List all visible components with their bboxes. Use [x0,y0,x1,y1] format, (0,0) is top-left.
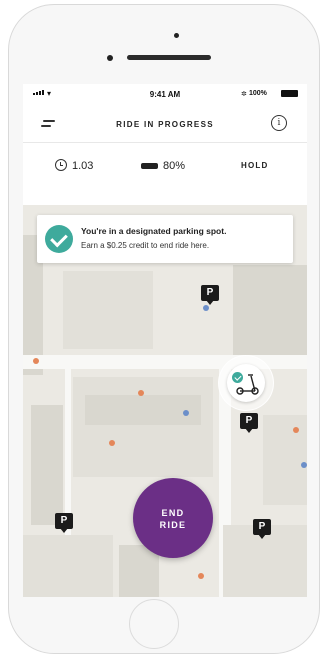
map-poi[interactable] [198,573,204,579]
elapsed-time: 1.03 [72,160,94,172]
map-poi[interactable] [203,305,209,311]
map-block [63,271,153,349]
map-block [31,405,63,525]
front-camera [107,55,113,61]
map-poi[interactable] [109,440,115,446]
battery-icon [141,163,158,169]
parking-toast: You're in a designated parking spot. Ear… [37,215,293,263]
scooter-icon [236,374,259,395]
parking-pin-label: P [240,413,258,429]
map-poi[interactable] [301,462,307,468]
map-poi[interactable] [293,427,299,433]
parking-pin-tail [245,428,253,433]
check-icon [232,372,243,383]
map-block [233,265,307,357]
clock-icon [55,159,67,171]
scooter-marker-inner [227,364,265,402]
parking-pin-icon[interactable]: P [55,513,73,533]
parking-pin-label: P [253,519,271,535]
parking-pin-label: P [55,513,73,529]
toast-subtitle: Earn a $0.25 credit to end ride here. [81,241,210,250]
parking-pin-tail [206,300,214,305]
front-sensor [174,33,179,38]
earpiece-speaker [127,55,211,60]
map-block [23,535,113,597]
parking-pin-tail [258,534,266,539]
bluetooth-icon: ✲ [241,91,247,98]
check-icon [45,225,73,253]
page-title: RIDE IN PROGRESS [116,120,214,129]
toast-title: You're in a designated parking spot. [81,226,227,236]
hold-button[interactable]: HOLD [241,161,268,170]
parking-pin-label: P [201,285,219,301]
end-ride-label-line2: RIDE [159,520,187,530]
end-ride-button[interactable]: END RIDE [133,478,213,558]
divider [23,142,307,143]
status-battery-icon [281,90,298,97]
map-poi[interactable] [183,410,189,416]
app-screen: ▾ 9:41 AM ✲ 100% RIDE IN PROGRESS i 1.03… [23,84,307,597]
phone-frame: ▾ 9:41 AM ✲ 100% RIDE IN PROGRESS i 1.03… [8,4,320,654]
map-block [263,415,307,505]
status-battery-percent: 100% [249,90,267,97]
scooter-battery: 80% [163,160,186,172]
status-bar: ▾ 9:41 AM ✲ 100% [23,84,307,104]
nav-bar: RIDE IN PROGRESS i [23,108,307,142]
ride-stats-bar: 1.03 80% HOLD [23,144,307,184]
parking-pin-icon[interactable]: P [240,413,258,433]
info-icon[interactable]: i [271,115,287,131]
parking-pin-tail [60,528,68,533]
parking-pin-icon[interactable]: P [253,519,271,539]
scooter-marker[interactable] [218,355,274,411]
map-poi[interactable] [138,390,144,396]
parking-pin-icon[interactable]: P [201,285,219,305]
end-ride-label-line1: END [161,508,185,518]
map-view[interactable]: P P P P You're in a designated parking s… [23,205,307,597]
map-poi[interactable] [33,358,39,364]
check-mark [50,229,68,248]
home-button[interactable] [129,599,179,649]
